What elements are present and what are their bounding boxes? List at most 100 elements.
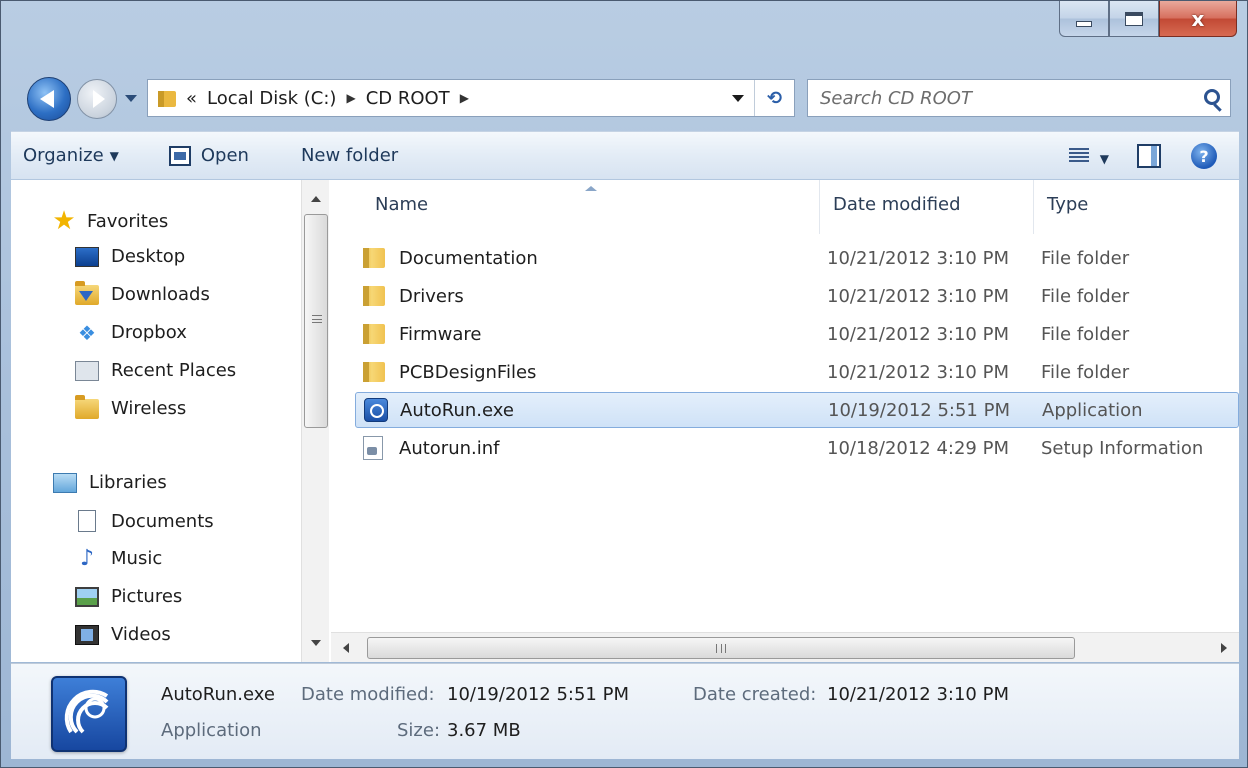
file-row-documentation[interactable]: Documentation 10/21/2012 3:10 PM File fo… [355, 240, 1239, 276]
pictures-icon [75, 586, 99, 607]
file-date: 10/21/2012 3:10 PM [827, 247, 1009, 269]
file-row-drivers[interactable]: Drivers 10/21/2012 3:10 PM File folder [355, 278, 1239, 314]
scrollbar-thumb[interactable] [304, 214, 328, 428]
file-name: AutoRun.exe [400, 399, 514, 421]
scroll-down-icon[interactable] [311, 640, 321, 646]
folder-icon [363, 362, 385, 382]
scroll-up-icon[interactable] [311, 196, 321, 202]
nav-item-documents[interactable]: Documents [75, 510, 214, 532]
folder-icon [75, 394, 99, 419]
breadcrumb-cd-root[interactable]: CD ROOT [366, 88, 450, 109]
column-header-date-modified[interactable]: Date modified [833, 194, 961, 215]
file-type: File folder [1041, 247, 1130, 269]
nav-item-dropbox[interactable]: ❖ Dropbox [75, 322, 187, 343]
documents-icon [78, 510, 96, 532]
minimize-icon [1076, 20, 1092, 27]
downloads-folder-icon [75, 280, 99, 305]
open-icon [168, 145, 191, 166]
breadcrumb-chevron-icon[interactable]: ▶ [346, 91, 355, 105]
command-bar: Organize ▼ Open New folder ▼ ? [11, 131, 1239, 179]
scroll-left-icon[interactable] [343, 643, 349, 653]
new-folder-button[interactable]: New folder [301, 132, 398, 179]
view-options-dropdown-icon[interactable]: ▼ [1100, 152, 1109, 166]
nav-item-wireless[interactable]: Wireless [75, 394, 186, 419]
details-file-type: Application [161, 720, 262, 741]
details-date-created: 10/21/2012 3:10 PM [827, 684, 1009, 705]
back-arrow-icon [40, 90, 54, 108]
maximize-button[interactable] [1109, 1, 1159, 37]
search-input[interactable] [820, 87, 1180, 109]
nav-item-label: Dropbox [111, 322, 187, 343]
forward-button[interactable] [77, 79, 117, 119]
navigation-pane: ★ Favorites Desktop Downloads ❖ Dropbox … [11, 180, 329, 662]
nav-item-desktop[interactable]: Desktop [75, 246, 185, 267]
star-icon: ★ [52, 206, 76, 236]
column-divider[interactable] [1033, 180, 1034, 234]
details-file-name: AutoRun.exe [161, 684, 275, 705]
column-divider[interactable] [819, 180, 820, 234]
content-area: ★ Favorites Desktop Downloads ❖ Dropbox … [11, 180, 1239, 662]
file-row-autorun-inf[interactable]: Autorun.inf 10/18/2012 4:29 PM Setup Inf… [355, 430, 1239, 466]
nav-item-music[interactable]: ♪ Music [75, 545, 163, 571]
open-button[interactable]: Open [168, 132, 249, 179]
file-type: Application [1042, 399, 1143, 421]
nav-item-recent-places[interactable]: Recent Places [75, 360, 236, 381]
refresh-icon: ⟲ [766, 87, 783, 109]
file-name: Drivers [399, 285, 464, 307]
nav-favorites[interactable]: ★ Favorites [51, 208, 168, 234]
title-bar[interactable]: x [1, 1, 1247, 59]
nav-item-label: Music [111, 548, 163, 569]
search-icon[interactable] [1204, 89, 1220, 105]
help-icon[interactable]: ? [1191, 143, 1217, 169]
search-box[interactable] [807, 79, 1231, 117]
nav-item-videos[interactable]: Videos [75, 624, 171, 645]
close-button[interactable]: x [1159, 1, 1237, 37]
file-row-firmware[interactable]: Firmware 10/21/2012 3:10 PM File folder [355, 316, 1239, 352]
details-pane: AutoRun.exe Application Date modified: 1… [11, 663, 1239, 759]
minimize-button[interactable] [1059, 1, 1109, 37]
file-name: Documentation [399, 247, 538, 269]
column-header-type[interactable]: Type [1047, 194, 1088, 215]
nav-item-label: Documents [111, 510, 214, 532]
nav-item-label: Desktop [111, 246, 186, 267]
recent-pages-dropdown-icon[interactable] [125, 95, 137, 102]
breadcrumb-chevron-icon[interactable]: ▶ [460, 91, 469, 105]
address-history-dropdown-icon[interactable] [732, 95, 744, 102]
file-type: File folder [1041, 361, 1130, 383]
nav-libraries-label: Libraries [89, 472, 167, 493]
file-date: 10/21/2012 3:10 PM [827, 285, 1009, 307]
details-date-created-label: Date created: [693, 684, 817, 705]
address-bar[interactable]: « Local Disk (C:) ▶ CD ROOT ▶ ⟲ [147, 79, 795, 117]
details-size: 3.67 MB [447, 720, 521, 741]
nav-libraries[interactable]: Libraries [53, 472, 167, 493]
organize-button[interactable]: Organize ▼ [23, 132, 119, 179]
breadcrumb-local-disk[interactable]: Local Disk (C:) [207, 88, 336, 109]
preview-pane-icon[interactable] [1137, 144, 1161, 168]
breadcrumb-overflow[interactable]: « [186, 88, 197, 109]
file-row-autorun-exe[interactable]: AutoRun.exe 10/19/2012 5:51 PM Applicati… [355, 392, 1239, 428]
change-view-icon[interactable] [1069, 146, 1089, 164]
nav-item-downloads[interactable]: Downloads [75, 280, 210, 305]
horizontal-scrollbar[interactable] [331, 632, 1239, 662]
back-button[interactable] [27, 77, 71, 121]
recent-places-icon [75, 360, 99, 381]
navigation-scrollbar[interactable] [301, 180, 329, 662]
nav-item-label: Pictures [111, 586, 183, 607]
folder-icon [156, 87, 178, 109]
file-row-pcbdesignfiles[interactable]: PCBDesignFiles 10/21/2012 3:10 PM File f… [355, 354, 1239, 390]
refresh-button[interactable]: ⟲ [754, 80, 794, 116]
nav-item-label: Videos [111, 624, 171, 645]
file-name: Autorun.inf [399, 437, 500, 459]
chevron-down-icon: ▼ [109, 148, 119, 163]
file-date: 10/21/2012 3:10 PM [827, 323, 1009, 345]
music-icon: ♪ [79, 545, 95, 571]
scrollbar-thumb[interactable] [367, 637, 1075, 659]
file-date: 10/18/2012 4:29 PM [827, 437, 1009, 459]
scroll-right-icon[interactable] [1221, 643, 1227, 653]
forward-arrow-icon [93, 90, 105, 108]
folder-icon [363, 324, 385, 344]
nav-item-pictures[interactable]: Pictures [75, 586, 182, 607]
explorer-window: x « Local Disk (C:) ▶ CD ROOT ▶ ⟲ Search… [0, 0, 1248, 768]
column-header-name[interactable]: Name [375, 194, 428, 215]
setup-info-icon [363, 436, 383, 460]
